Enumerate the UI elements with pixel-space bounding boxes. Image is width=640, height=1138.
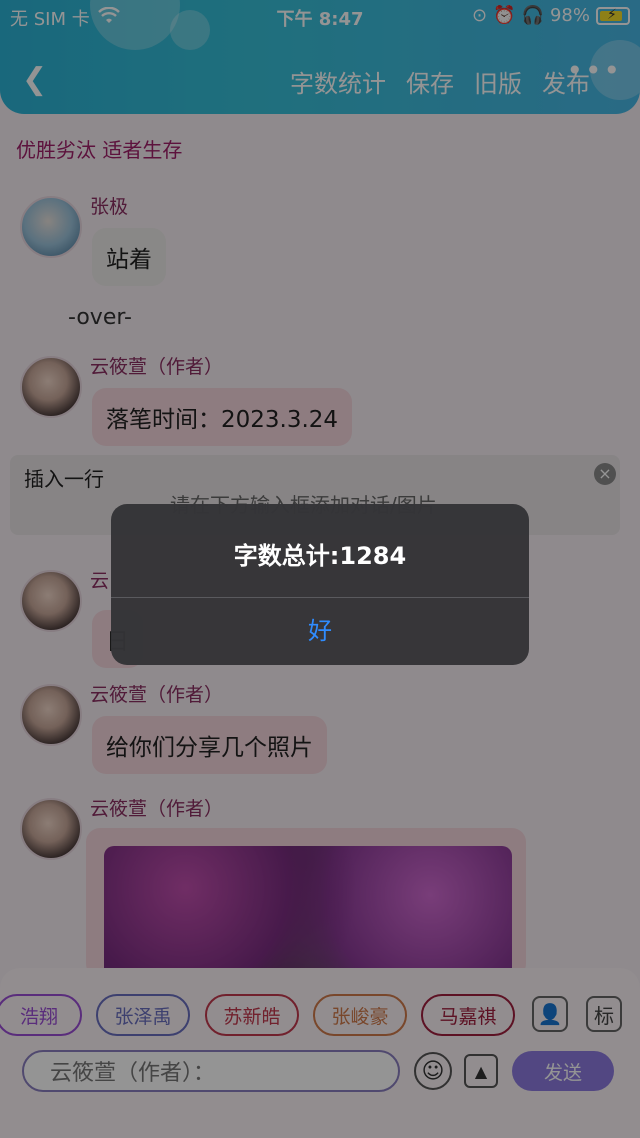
word-count-alert: 字数总计:1284 好 [111, 504, 529, 665]
alert-ok-button[interactable]: 好 [111, 598, 529, 665]
alert-title: 字数总计:1284 [233, 542, 407, 570]
